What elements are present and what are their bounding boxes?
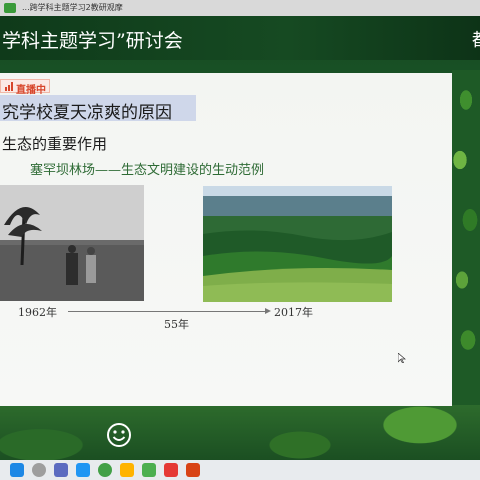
timeline-span: 55年 xyxy=(164,318,189,331)
wps-icon[interactable] xyxy=(164,463,178,477)
slide-caption: 塞罕坝林场——生态文明建设的生动范例 xyxy=(30,163,265,178)
taskbar xyxy=(0,460,480,480)
app-icon[interactable] xyxy=(120,463,134,477)
chrome-icon[interactable] xyxy=(98,463,112,477)
photo-1962 xyxy=(0,185,144,301)
photo-2017 xyxy=(203,186,392,302)
leaf-decoration-right xyxy=(452,70,480,410)
window-title: ...跨学科主题学习2教研观摩 xyxy=(22,3,123,12)
slide-subheading: 生态的重要作用 xyxy=(2,135,108,153)
file-explorer-icon[interactable] xyxy=(76,463,90,477)
windows-start-icon[interactable] xyxy=(10,463,24,477)
stream-title: 学科主题学习”研讨会 xyxy=(2,30,183,52)
timeline-end-year: 2017年 xyxy=(274,306,313,319)
live-badge-label: 直播中 xyxy=(16,85,46,96)
slide-heading-bar: 究学校夏天凉爽的原因 xyxy=(0,95,196,123)
emoji-button[interactable] xyxy=(104,420,134,450)
smiley-icon xyxy=(107,423,131,447)
mouse-cursor-icon xyxy=(398,353,406,363)
stream-header-right-text: 都 xyxy=(472,26,480,52)
slide-heading: 究学校夏天凉爽的原因 xyxy=(2,103,172,123)
arrow-right-icon xyxy=(265,308,271,314)
timeline-start-year: 1962年 xyxy=(18,306,57,319)
task-view-icon[interactable] xyxy=(54,463,68,477)
timeline: 1962年 55年 2017年 xyxy=(18,303,318,333)
wechat-icon[interactable] xyxy=(142,463,156,477)
timeline-arrow-line xyxy=(68,311,268,312)
screen: ...跨学科主题学习2教研观摩 学科主题学习”研讨会 都 直播中 究学校夏天凉爽… xyxy=(0,0,480,480)
app-red-icon[interactable] xyxy=(186,463,200,477)
leaf-decoration-bottom xyxy=(0,405,480,460)
live-signal-icon xyxy=(5,82,15,91)
window-title-bar: ...跨学科主题学习2教研观摩 xyxy=(0,0,480,16)
search-icon[interactable] xyxy=(32,463,46,477)
app-icon xyxy=(4,3,16,13)
presentation-slide: 直播中 究学校夏天凉爽的原因 生态的重要作用 塞罕坝林场——生态文明建设的生动范… xyxy=(0,73,452,406)
live-badge: 直播中 xyxy=(0,79,50,96)
